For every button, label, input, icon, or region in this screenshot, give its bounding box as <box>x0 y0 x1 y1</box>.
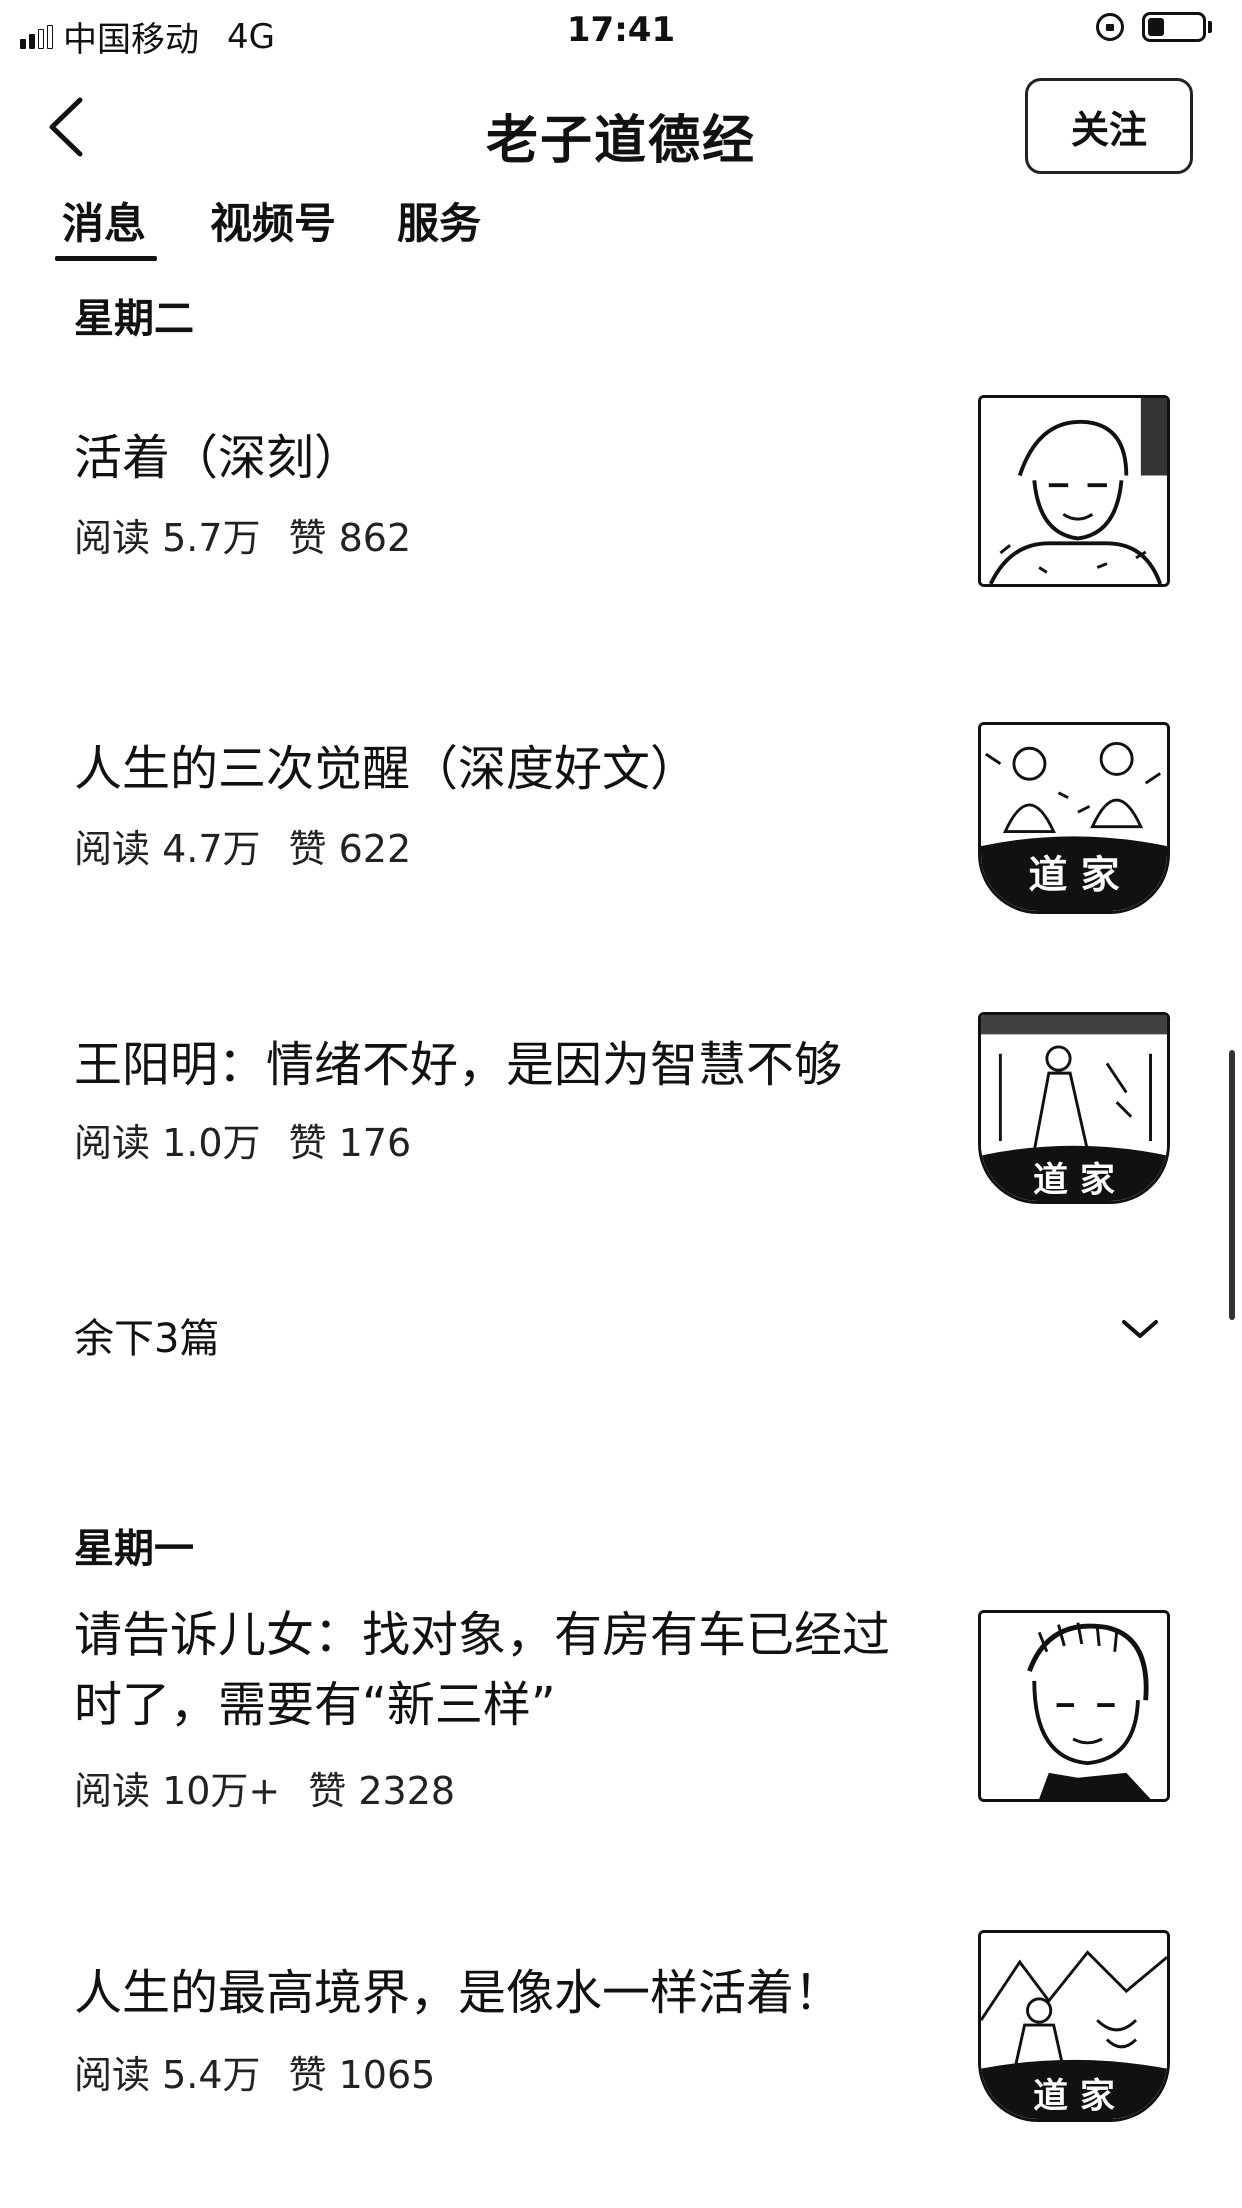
article-thumbnail <box>978 1610 1170 1802</box>
like-count: 赞 2328 <box>308 1769 456 1813</box>
article-stats: 阅读 10万+ 赞 2328 <box>74 1760 483 1815</box>
like-count: 赞 622 <box>288 827 412 871</box>
article-item[interactable]: 活着（深刻） 阅读 5.7万赞 862 <box>0 395 1242 635</box>
elderly-man-portrait-image <box>981 398 1167 584</box>
day-label: 星期一 <box>74 1526 194 1572</box>
read-count: 阅读 5.7万 <box>74 516 261 560</box>
article-stats: 阅读 5.4万赞 1065 <box>74 2044 463 2099</box>
day-label: 星期二 <box>74 296 194 342</box>
like-count: 赞 1065 <box>288 2053 436 2097</box>
daojia-sages-scene-image: 道 家 <box>981 725 1167 911</box>
article-item[interactable]: 人生的三次觉醒（深度好文） 阅读 4.7万赞 622 道 家 <box>0 700 1242 940</box>
article-title: 请告诉儿女：找对象，有房有车已经过时了，需要有“新三样” <box>74 1607 891 1733</box>
tab-bar: 消息 视频号 服务 <box>0 190 1242 270</box>
article-title: 活着（深刻） <box>74 430 363 486</box>
article-title: 人生的最高境界，是像水一样活着！ <box>74 1965 843 2021</box>
read-count: 阅读 5.4万 <box>74 2053 261 2097</box>
article-thumbnail: 道 家 <box>978 722 1170 914</box>
read-count: 阅读 10万+ <box>74 1769 281 1813</box>
chevron-down-icon <box>1122 1320 1158 1338</box>
status-right <box>1096 12 1212 42</box>
orientation-lock-icon <box>1096 13 1124 41</box>
daojia-sage-landscape-image: 道 家 <box>981 1933 1167 2119</box>
article-thumbnail <box>978 395 1170 587</box>
article-stats: 阅读 5.7万赞 862 <box>74 507 439 562</box>
status-time: 17:41 <box>566 10 676 50</box>
tab-services[interactable]: 服务 <box>397 190 481 251</box>
article-item[interactable]: 人生的最高境界，是像水一样活着！ 阅读 5.4万赞 1065 道 家 <box>0 1920 1242 2160</box>
read-count: 阅读 4.7万 <box>74 827 261 871</box>
follow-button[interactable]: 关注 <box>1025 78 1193 174</box>
more-articles-label: 余下3篇 <box>74 1316 220 1362</box>
daojia-scholar-figure-image: 道 家 <box>981 1015 1167 1201</box>
article-thumbnail: 道 家 <box>978 1930 1170 2122</box>
svg-text:道 家: 道 家 <box>1033 2075 1115 2116</box>
article-item[interactable]: 王阳明：情绪不好，是因为智慧不够 阅读 1.0万赞 176 道 家 <box>0 1000 1242 1240</box>
tab-channels[interactable]: 视频号 <box>210 190 336 251</box>
article-stats: 阅读 1.0万赞 176 <box>74 1112 439 1167</box>
tab-messages[interactable]: 消息 <box>62 190 146 251</box>
read-count: 阅读 1.0万 <box>74 1121 261 1165</box>
battery-icon <box>1142 12 1212 42</box>
article-title: 人生的三次觉醒（深度好文） <box>74 741 699 797</box>
active-tab-indicator <box>55 256 157 261</box>
header: 老子道德经 关注 <box>0 62 1242 190</box>
like-count: 赞 176 <box>288 1121 412 1165</box>
expand-more-row[interactable]: 余下3篇 <box>0 1300 1242 1370</box>
article-title: 王阳明：情绪不好，是因为智慧不够 <box>74 1037 843 1093</box>
scrollbar[interactable] <box>1229 1050 1235 1320</box>
status-bar: 中国移动 4G 17:41 <box>0 0 1242 62</box>
svg-text:道 家: 道 家 <box>1029 853 1120 898</box>
article-stats: 阅读 4.7万赞 622 <box>74 818 439 873</box>
article-item[interactable]: 请告诉儿女：找对象，有房有车已经过时了，需要有“新三样” 阅读 10万+ 赞 23… <box>0 1600 1242 1860</box>
article-thumbnail: 道 家 <box>978 1012 1170 1204</box>
svg-text:道 家: 道 家 <box>1033 1159 1115 1200</box>
like-count: 赞 862 <box>288 516 412 560</box>
woman-portrait-image <box>981 1613 1167 1799</box>
